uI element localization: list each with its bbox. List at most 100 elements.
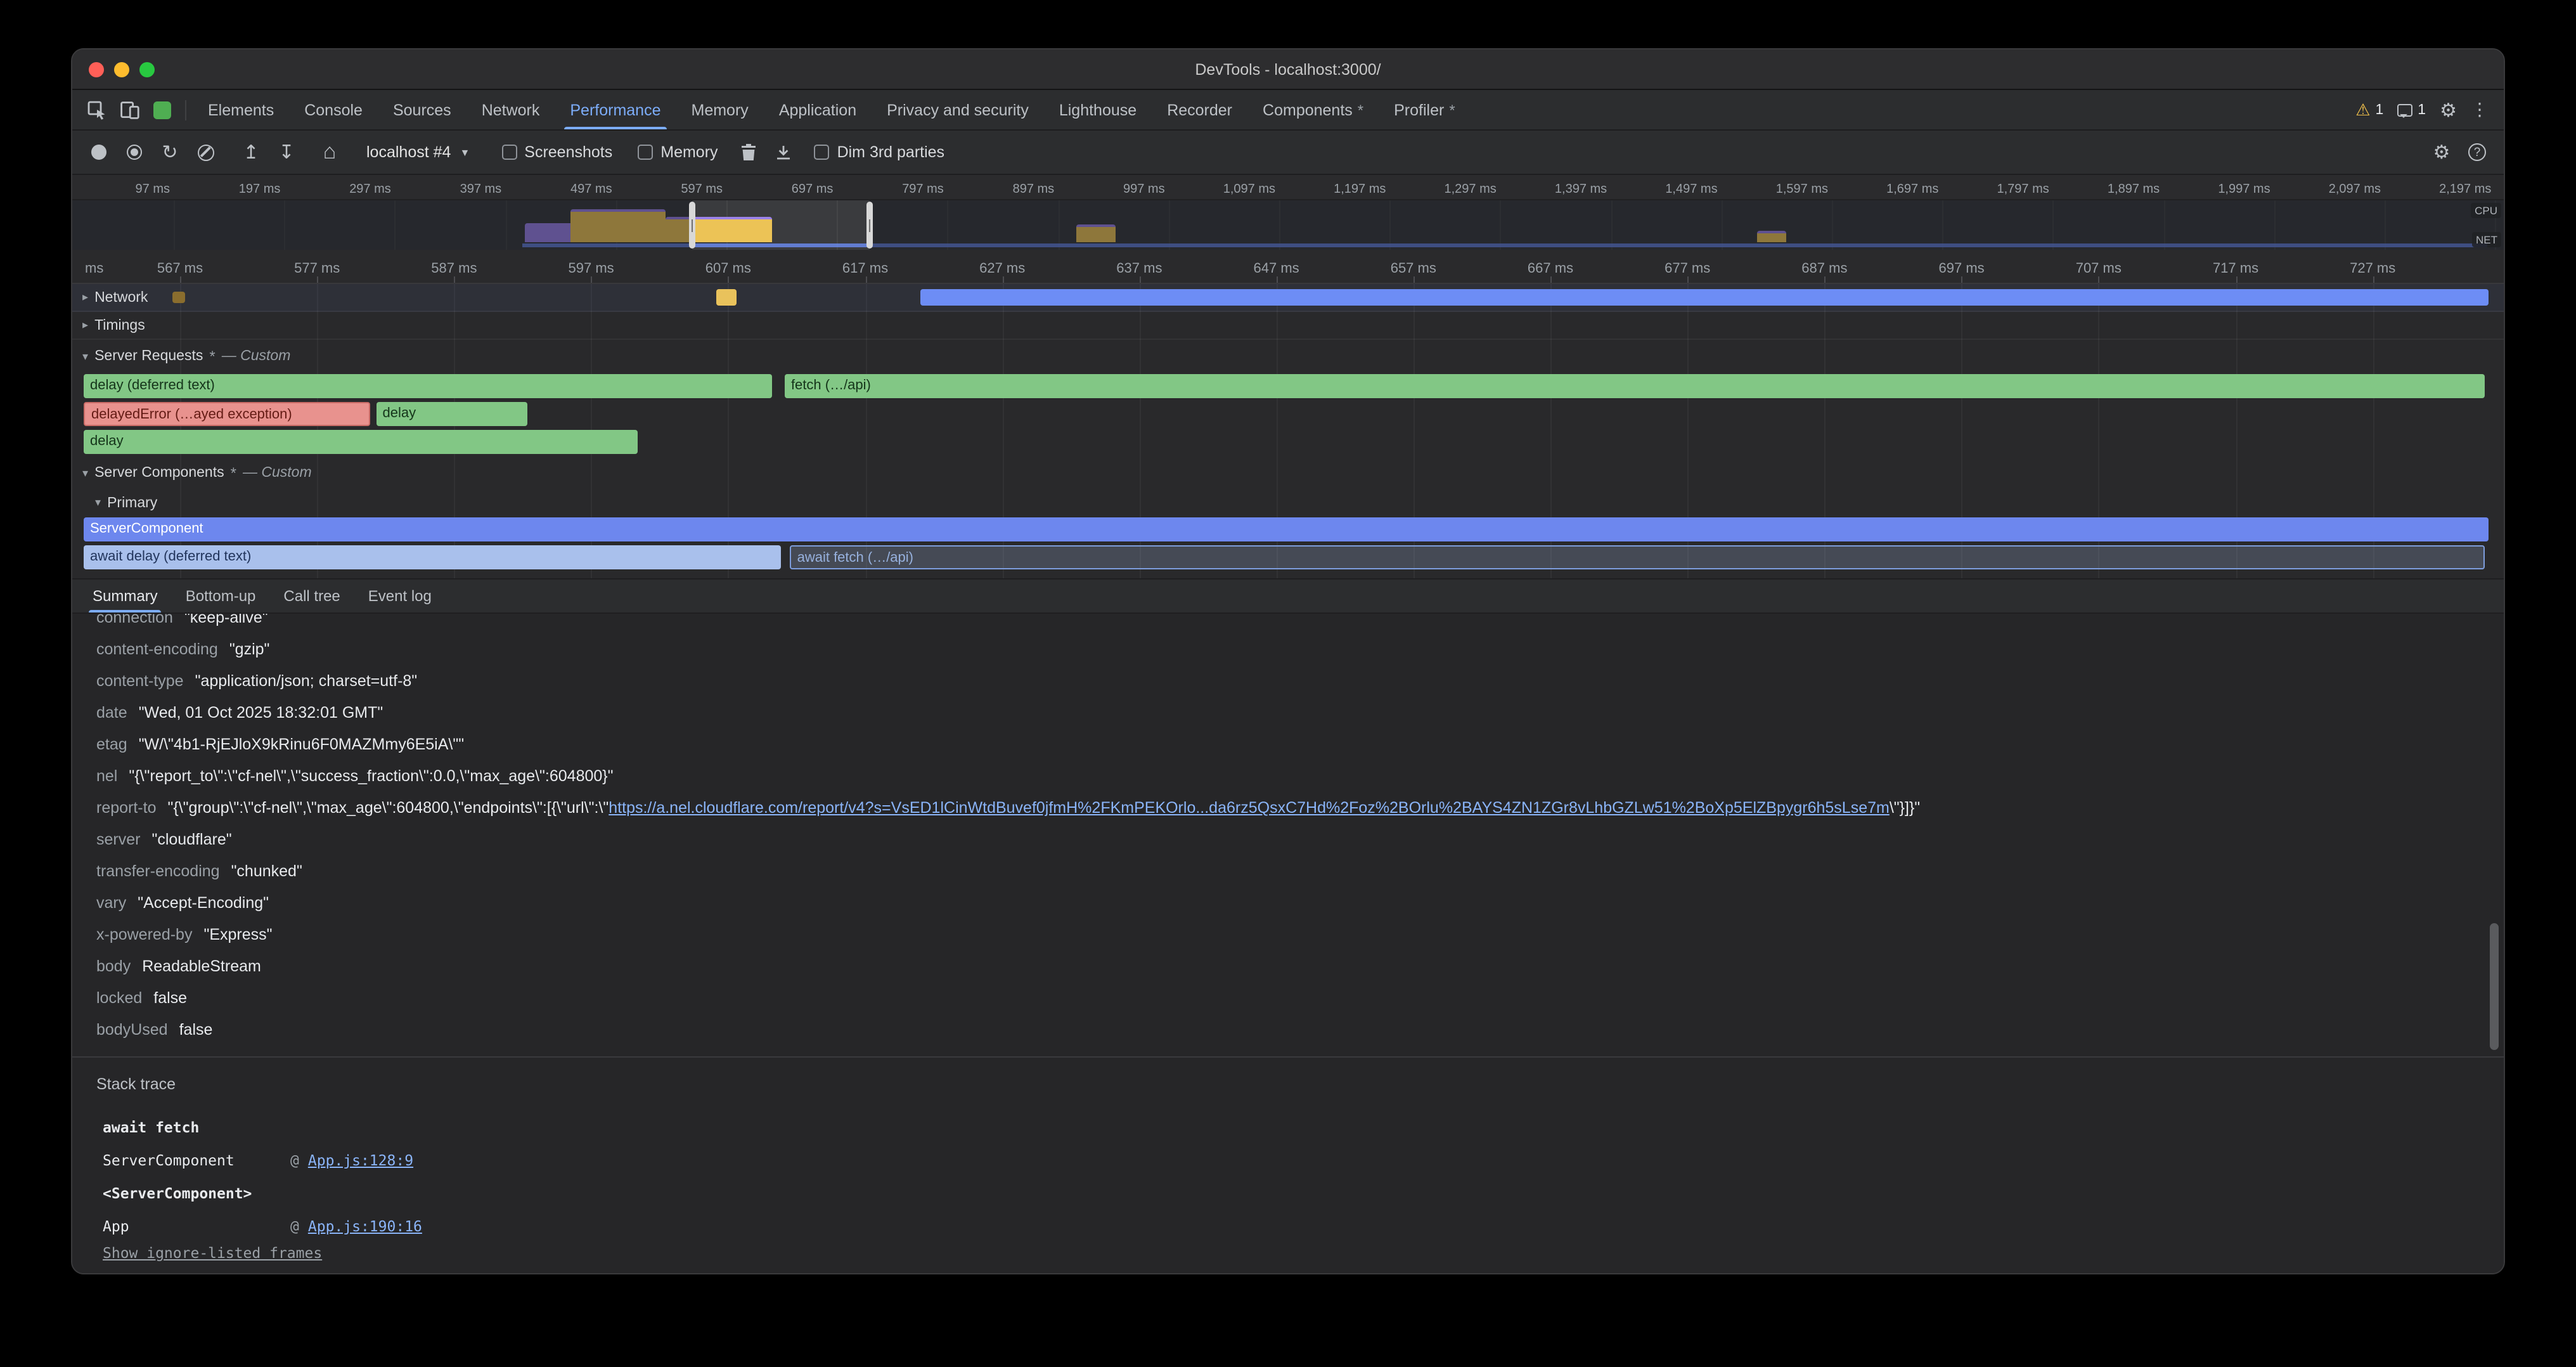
selection-handle-left[interactable]: [689, 202, 695, 249]
track-label-timings[interactable]: ▸Timings: [82, 318, 145, 333]
disclosure-triangle-icon: ▸: [82, 290, 88, 304]
overview-ruler: 97 ms197 ms297 ms397 ms497 ms597 ms697 m…: [72, 175, 2504, 200]
stack-frame: App@App.js:190:16: [103, 1210, 2504, 1243]
header-value: "cloudflare": [151, 831, 231, 848]
tab-network[interactable]: Network: [467, 90, 555, 129]
tab-elements[interactable]: Elements: [193, 90, 289, 129]
memory-checkbox[interactable]: Memory: [638, 143, 718, 161]
console-messages-counter[interactable]: 1: [2397, 102, 2426, 117]
perf-entry-delay-deferred-text[interactable]: delay (deferred text): [84, 374, 772, 398]
inspect-element-button[interactable]: [80, 90, 113, 129]
overview-strip[interactable]: CPU NET: [72, 200, 2504, 250]
issues-counter[interactable]: ⚠ 1: [2355, 101, 2383, 118]
minimize-window-button[interactable]: [114, 62, 129, 77]
track-label-primary[interactable]: ▾Primary: [95, 495, 157, 510]
perf-entry[interactable]: [172, 292, 184, 303]
scrollbar-thumb[interactable]: [2490, 923, 2499, 1050]
perf-entry-delay[interactable]: delay: [377, 402, 527, 426]
tab-privacy-and-security[interactable]: Privacy and security: [872, 90, 1044, 129]
ruler-time-label: 667 ms: [1528, 261, 1573, 276]
header-key: server: [96, 831, 140, 848]
ruler-tick: [180, 276, 181, 283]
ruler-time-label: 707 ms: [2076, 261, 2122, 276]
stack-trace-entries: await fetchServerComponent@App.js:128:9<…: [103, 1111, 2504, 1243]
save-profile-button[interactable]: ↧: [270, 136, 303, 169]
track-title: Primary: [107, 495, 157, 510]
header-key: body: [96, 957, 131, 975]
track-title: Network: [94, 290, 148, 305]
dim-3rd-parties-checkbox[interactable]: Dim 3rd parties: [815, 143, 945, 161]
header-row: content-type"application/json; charset=u…: [96, 666, 2504, 697]
perf-entry[interactable]: [921, 289, 2489, 306]
capture-settings-button[interactable]: [768, 136, 801, 169]
track-label-network[interactable]: ▸ Network: [82, 290, 148, 305]
perf-entry-delayederror-ayed-exception[interactable]: delayedError (…ayed exception): [84, 402, 371, 426]
collect-garbage-button[interactable]: [732, 136, 765, 169]
capture-gear-icon[interactable]: ⚙: [2425, 136, 2458, 169]
stack-function-name: ServerComponent: [103, 1144, 290, 1177]
tab-lighthouse[interactable]: Lighthouse: [1044, 90, 1152, 129]
tab-recorder[interactable]: Recorder: [1152, 90, 1247, 129]
kebab-menu-icon[interactable]: ⋮: [2471, 99, 2489, 120]
header-value: "Express": [203, 926, 272, 943]
extension-button[interactable]: [146, 90, 179, 129]
ruler-tick: [1139, 276, 1140, 283]
perf-entry-await-delay-deferred-text[interactable]: await delay (deferred text): [84, 545, 782, 569]
clear-button[interactable]: [189, 136, 222, 169]
tab-console[interactable]: Console: [289, 90, 378, 129]
ruler-tick: [1687, 276, 1689, 283]
header-value: "application/json; charset=utf-8": [195, 672, 418, 690]
record-icon: [91, 145, 106, 160]
details-tab-bottom-up[interactable]: Bottom-up: [172, 580, 270, 612]
settings-gear-icon[interactable]: ⚙: [2440, 98, 2457, 121]
details-tab-event-log[interactable]: Event log: [354, 580, 446, 612]
details-tab-call-tree[interactable]: Call tree: [269, 580, 354, 612]
track-label-server-requests[interactable]: ▾Server Requests*— Custom: [82, 347, 290, 365]
zoom-window-button[interactable]: [139, 62, 155, 77]
record-and-reload-button[interactable]: [118, 136, 151, 169]
ruler-tick: [1414, 276, 1415, 283]
perf-entry[interactable]: [717, 289, 737, 306]
history-selected-value: localhost #4: [366, 143, 451, 161]
report-to-url-link[interactable]: https://a.nel.cloudflare.com/report/v4?s…: [609, 799, 1890, 817]
checkbox-icon: [638, 145, 653, 160]
close-window-button[interactable]: [89, 62, 104, 77]
source-location-link[interactable]: App.js:190:16: [308, 1217, 422, 1235]
download-icon: ↧: [278, 141, 294, 164]
header-value: "W/\"4b1-RjEJloX9kRinu6F0MAZMmy6E5iA\"": [139, 735, 464, 753]
record-button[interactable]: [82, 136, 115, 169]
perf-entry-fetch-api[interactable]: fetch (…/api): [785, 374, 2484, 398]
reload-button[interactable]: ↻: [153, 136, 186, 169]
warning-count: 1: [2375, 102, 2383, 117]
tab-application[interactable]: Application: [764, 90, 872, 129]
help-icon: ?: [2468, 143, 2486, 161]
record-reload-icon: [127, 145, 142, 160]
header-value: "chunked": [231, 862, 302, 880]
perf-entry-await-fetch-api[interactable]: await fetch (…/api): [790, 545, 2485, 569]
tab-components[interactable]: Components*: [1247, 90, 1379, 129]
tab-profiler[interactable]: Profiler*: [1379, 90, 1471, 129]
history-dropdown[interactable]: localhost #4 ▼: [356, 137, 480, 167]
details-tab-summary[interactable]: Summary: [79, 580, 172, 612]
tab-performance[interactable]: Performance: [555, 90, 676, 129]
tab-memory[interactable]: Memory: [676, 90, 764, 129]
selection-handle-right[interactable]: [866, 202, 873, 249]
device-toolbar-button[interactable]: [113, 90, 146, 129]
show-ignore-listed-link[interactable]: Show ignore-listed frames: [103, 1244, 322, 1262]
load-profile-button[interactable]: ↥: [235, 136, 267, 169]
perf-entry-servercomponent[interactable]: ServerComponent: [84, 517, 2489, 541]
track-label-server-components[interactable]: ▾Server Components*— Custom: [82, 464, 312, 482]
ruler-time-label: 607 ms: [705, 261, 751, 276]
live-metrics-button[interactable]: ⌂: [313, 136, 346, 169]
disclosure-triangle-icon: ▸: [82, 318, 88, 332]
perf-entry-delay[interactable]: delay: [84, 430, 638, 454]
help-button[interactable]: ?: [2461, 136, 2494, 169]
titlebar[interactable]: DevTools - localhost:3000/: [72, 49, 2504, 90]
tab-sources[interactable]: Sources: [378, 90, 467, 129]
ruler-tick: [865, 276, 866, 283]
screenshots-checkbox[interactable]: Screenshots: [501, 143, 612, 161]
track-title: Server Components: [94, 465, 224, 481]
net-lane-label: NET: [2472, 232, 2501, 247]
window-controls: [89, 49, 155, 89]
source-location-link[interactable]: App.js:128:9: [308, 1151, 413, 1169]
